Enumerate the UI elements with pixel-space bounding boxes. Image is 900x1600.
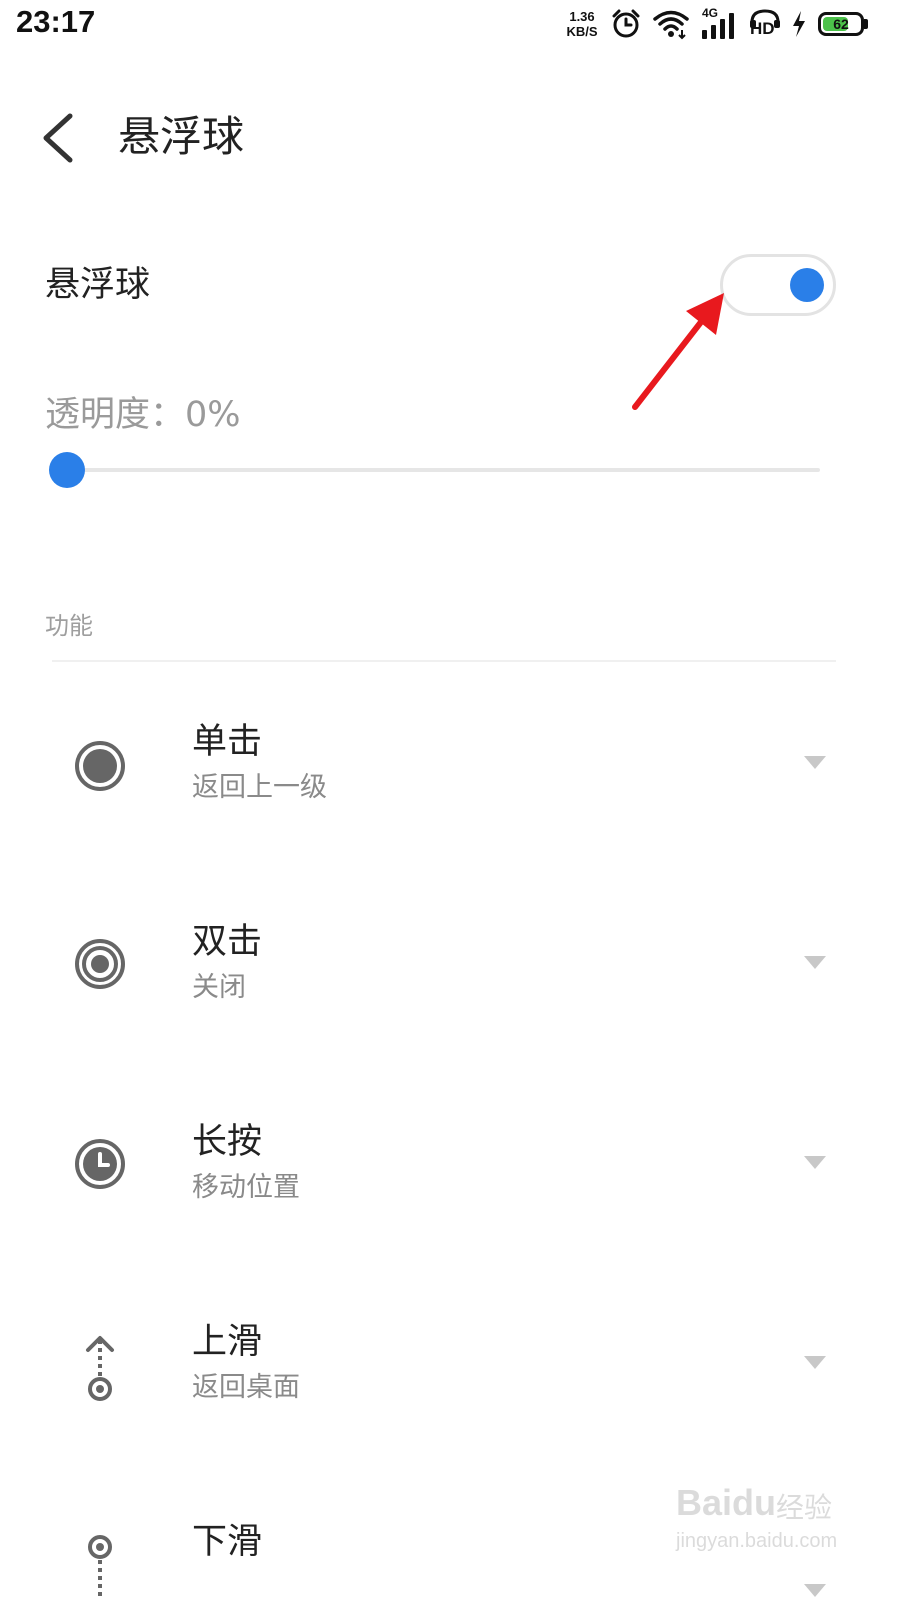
- hd-label: HD: [750, 19, 775, 38]
- network-speed: 1.36 KB/S: [562, 9, 602, 39]
- function-title: 单击: [192, 722, 263, 762]
- opacity-slider-thumb[interactable]: [49, 452, 85, 488]
- function-subtitle: 移动位置: [192, 1172, 300, 1203]
- wifi-icon: [653, 10, 689, 40]
- signal-icon: [702, 13, 734, 39]
- battery-level: 62: [833, 16, 849, 32]
- battery-icon: 62: [818, 12, 864, 36]
- dropdown-arrow-icon: [804, 756, 826, 769]
- swipe-up-icon: [86, 1336, 114, 1401]
- function-title: 双击: [192, 922, 263, 962]
- watermark-sub: 经验: [776, 1491, 833, 1524]
- function-subtitle: 关闭: [192, 972, 246, 1003]
- opacity-label: 透明度：0%: [45, 395, 241, 435]
- dropdown-arrow-icon: [804, 1584, 826, 1597]
- dropdown-arrow-icon: [804, 1156, 826, 1169]
- opacity-slider-track[interactable]: [56, 468, 820, 472]
- section-divider: [52, 660, 836, 662]
- function-title: 上滑: [192, 1322, 263, 1362]
- swipe-down-icon: [88, 1535, 112, 1600]
- network-speed-value: 1.36: [569, 9, 595, 24]
- toggle-knob: [790, 268, 824, 302]
- function-item-long-press[interactable]: 长按 移动位置: [0, 1100, 900, 1280]
- floating-ball-toggle-label: 悬浮球: [45, 265, 151, 305]
- charging-icon: [793, 11, 805, 37]
- watermark-url: jingyan.baidu.com: [676, 1530, 838, 1552]
- single-tap-icon: [75, 741, 125, 791]
- status-time: 23:17: [16, 4, 96, 39]
- function-item-swipe-up[interactable]: 上滑 返回桌面: [0, 1300, 900, 1480]
- function-title: 下滑: [192, 1522, 263, 1562]
- function-item-double-tap[interactable]: 双击 关闭: [0, 900, 900, 1080]
- page-title: 悬浮球: [118, 112, 245, 161]
- section-header: 功能: [45, 612, 93, 640]
- long-press-icon: [75, 1139, 125, 1189]
- function-subtitle: 返回桌面: [192, 1372, 300, 1403]
- back-button[interactable]: [30, 108, 86, 168]
- function-title: 长按: [192, 1122, 263, 1162]
- double-tap-icon: [75, 939, 125, 989]
- baidu-watermark: Baidu 经验 jingyan.baidu.com: [676, 1482, 846, 1562]
- dropdown-arrow-icon: [804, 1356, 826, 1369]
- annotation-arrow-icon: [632, 293, 724, 410]
- status-bar: 23:17 1.36 KB/S 4G HD 62: [0, 0, 900, 50]
- chevron-left-icon: [43, 113, 73, 163]
- alarm-icon: [612, 9, 640, 38]
- network-speed-unit: KB/S: [566, 24, 598, 39]
- function-subtitle: 返回上一级: [192, 772, 327, 803]
- function-item-single-tap[interactable]: 单击 返回上一级: [0, 700, 900, 880]
- dropdown-arrow-icon: [804, 956, 826, 969]
- watermark-brand: Baidu: [676, 1482, 777, 1523]
